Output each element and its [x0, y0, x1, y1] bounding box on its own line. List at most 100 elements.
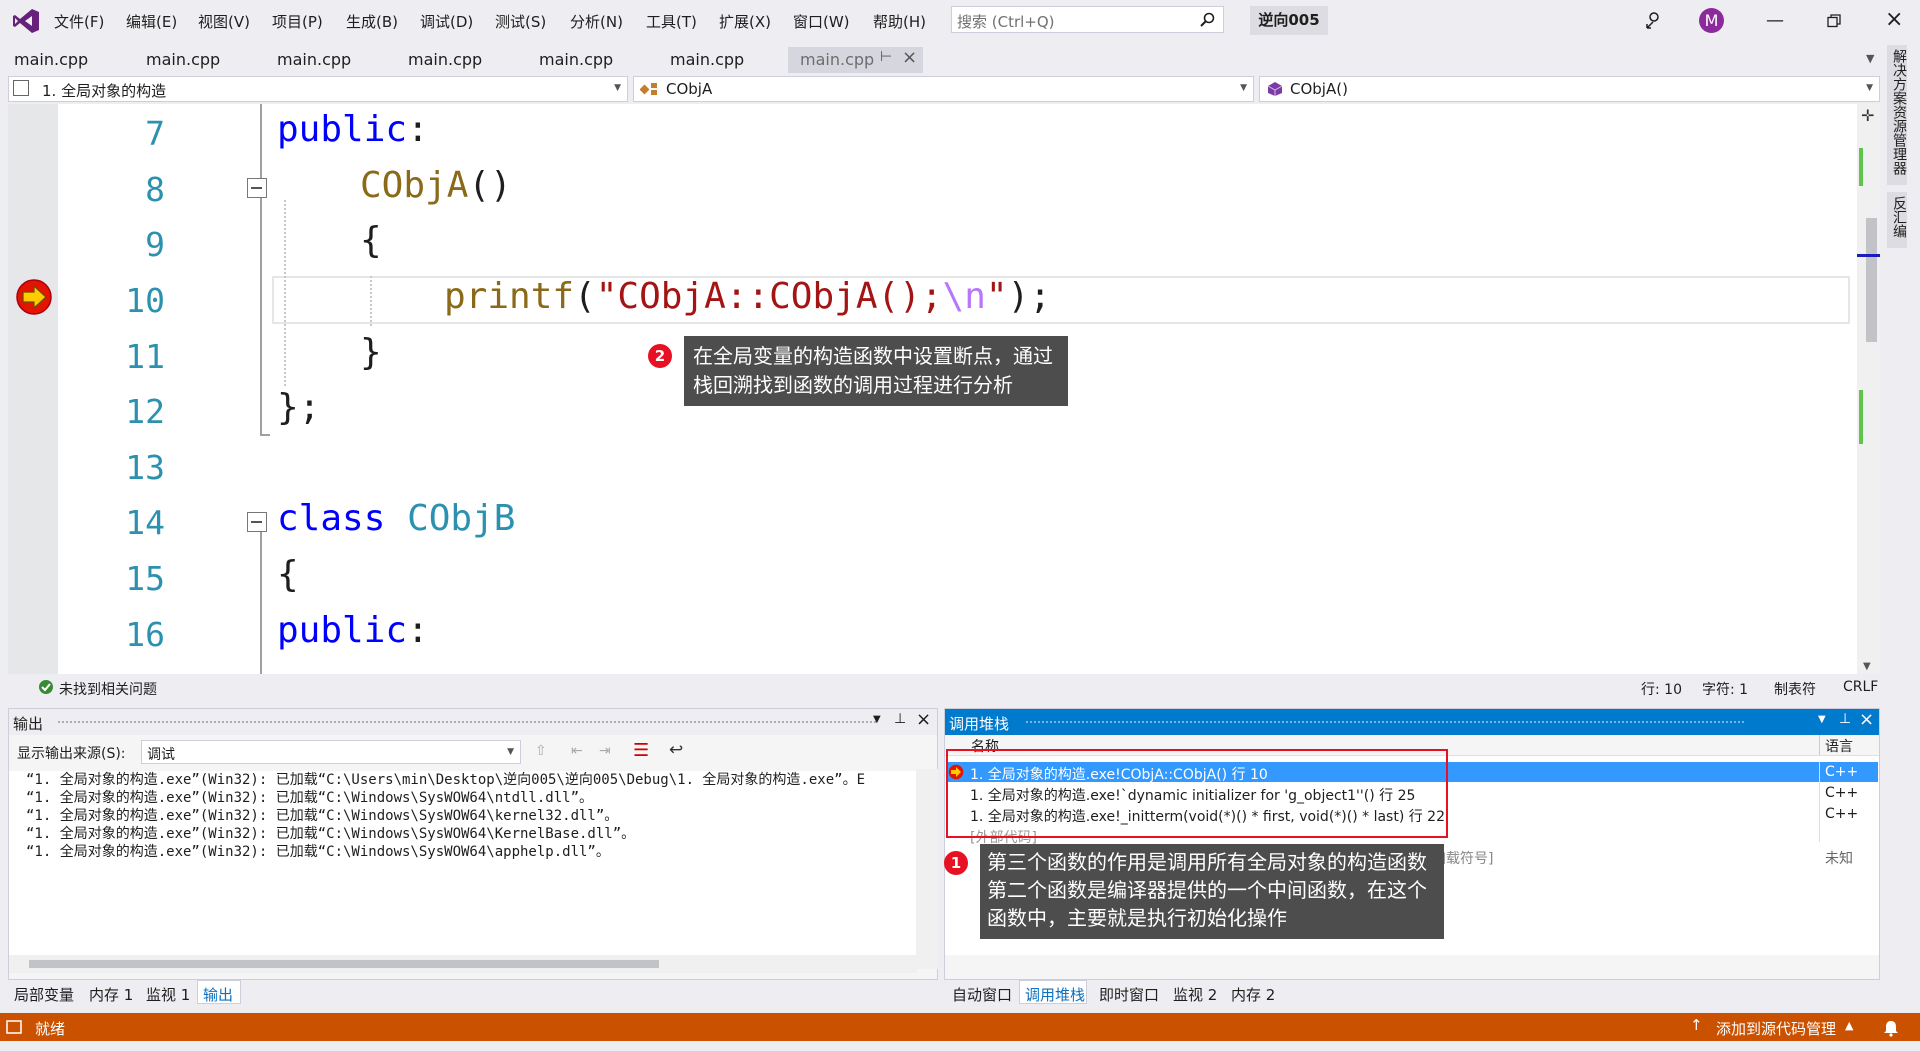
grip-dots: [1025, 720, 1745, 725]
tab-main-cpp-1[interactable]: main.cpp: [14, 50, 88, 69]
output-horizontal-scrollbar[interactable]: [9, 955, 917, 973]
menu-project[interactable]: 项目(P): [272, 11, 323, 32]
output-panel-header: 输出 ▼ ⊥ ×: [9, 709, 937, 735]
live-share-icon[interactable]: [1643, 10, 1663, 30]
menu-extensions[interactable]: 扩展(X): [719, 11, 771, 32]
tab-main-cpp-2[interactable]: main.cpp: [146, 50, 220, 69]
menu-edit[interactable]: 编辑(E): [126, 11, 177, 32]
menu-tools[interactable]: 工具(T): [646, 11, 697, 32]
visual-studio-logo-icon: [13, 9, 39, 33]
solution-explorer-tab[interactable]: 解决方案资源管理器: [1887, 45, 1907, 185]
menu-debug[interactable]: 调试(D): [420, 11, 473, 32]
chevron-down-icon: ▼: [1240, 83, 1247, 93]
disassembly-tab[interactable]: 反汇编: [1887, 192, 1907, 248]
menu-build[interactable]: 生成(B): [346, 11, 398, 32]
output-source-label: 显示输出来源(S):: [17, 746, 126, 762]
avatar[interactable]: M: [1699, 8, 1724, 33]
word-wrap-icon[interactable]: ↩: [669, 740, 683, 760]
panel-menu-icon[interactable]: ▼: [873, 714, 881, 725]
collapse-icon[interactable]: [247, 178, 267, 198]
column-language[interactable]: 语言: [1825, 736, 1853, 756]
collapse-icon[interactable]: [247, 512, 267, 532]
column-indicator[interactable]: 字符: 1: [1702, 679, 1748, 699]
tab-immediate[interactable]: 即时窗口: [1099, 984, 1159, 1005]
code-line-12: };: [277, 387, 321, 428]
line-number: 15: [125, 559, 165, 598]
prev-message-icon[interactable]: ⇤: [571, 743, 583, 759]
find-message-icon[interactable]: ⇧: [535, 743, 547, 759]
class-icon: [640, 83, 657, 95]
code-line-7: public:: [277, 109, 429, 150]
scroll-down-icon[interactable]: ▼: [1863, 661, 1871, 672]
close-icon[interactable]: ×: [1859, 709, 1874, 730]
scroll-thumb[interactable]: [1866, 218, 1877, 342]
tab-output-label: 输出: [203, 986, 234, 1004]
member-dropdown-value: CObjA(): [1290, 80, 1348, 98]
bottom-tab-strip: [0, 980, 1880, 1010]
menu-window[interactable]: 窗口(W): [793, 11, 850, 32]
grip-dots: [57, 720, 877, 725]
side-tool-strip: [1883, 42, 1920, 1010]
callout-2-line-2: 栈回溯找到函数的调用过程进行分析: [693, 373, 1013, 397]
tab-locals[interactable]: 局部变量: [14, 984, 74, 1005]
highlight-box: [946, 749, 1448, 838]
chevron-up-icon[interactable]: ▲: [1845, 1019, 1853, 1032]
tab-main-cpp-6[interactable]: main.cpp: [670, 50, 744, 69]
notification-bell-icon[interactable]: [1882, 1019, 1900, 1037]
pin-icon[interactable]: ⊥: [894, 711, 906, 727]
tab-main-cpp-active[interactable]: main.cpp ⊢ ×: [788, 47, 923, 73]
menu-view[interactable]: 视图(V): [198, 11, 250, 32]
change-marker: [1859, 148, 1863, 186]
minimize-icon[interactable]: —: [1766, 10, 1784, 31]
tab-main-cpp-4[interactable]: main.cpp: [408, 50, 482, 69]
call-stack-frame-lang: C++: [1825, 806, 1859, 822]
output-source-select[interactable]: 调试 ▼: [141, 740, 521, 764]
split-icon[interactable]: ✛: [1861, 106, 1874, 125]
search-icon: [1200, 12, 1215, 27]
line-number: 8: [145, 170, 165, 209]
tab-main-cpp-3[interactable]: main.cpp: [277, 50, 351, 69]
output-line: “1. 全局对象的构造.exe”(Win32): 已加载“C:\Users\mi…: [26, 772, 866, 788]
indent-guide: [370, 276, 372, 326]
tab-memory-2[interactable]: 内存 2: [1231, 984, 1275, 1005]
tab-overflow-icon[interactable]: ▼: [1866, 52, 1874, 65]
tab-output-active[interactable]: 输出: [197, 980, 241, 1004]
search-input[interactable]: 搜索 (Ctrl+Q): [951, 6, 1224, 33]
eol-indicator[interactable]: CRLF: [1843, 679, 1878, 695]
next-message-icon[interactable]: ⇥: [599, 743, 611, 759]
status-window-icon: [6, 1020, 22, 1034]
project-dropdown[interactable]: 1. 全局对象的构造 ▼: [8, 76, 628, 102]
tab-watch-2[interactable]: 监视 2: [1173, 984, 1217, 1005]
panel-menu-icon[interactable]: ▼: [1818, 714, 1826, 725]
issues-status[interactable]: 未找到相关问题: [59, 679, 157, 699]
pin-icon[interactable]: ⊢: [880, 49, 892, 65]
tab-watch-1[interactable]: 监视 1: [146, 984, 190, 1005]
tab-main-cpp-5[interactable]: main.cpp: [539, 50, 613, 69]
class-dropdown[interactable]: CObjA ▼: [633, 76, 1254, 102]
editor-vertical-scrollbar[interactable]: ✛ ▼: [1857, 104, 1880, 674]
execution-pointer-icon[interactable]: [15, 278, 53, 316]
close-icon[interactable]: ×: [1885, 7, 1903, 32]
pin-icon[interactable]: ⊥: [1839, 711, 1851, 727]
scroll-thumb[interactable]: [29, 960, 659, 968]
tab-memory-1[interactable]: 内存 1: [89, 984, 133, 1005]
indicator-margin[interactable]: [8, 104, 58, 674]
output-line: “1. 全局对象的构造.exe”(Win32): 已加载“C:\Windows\…: [26, 844, 610, 860]
tabs-indicator[interactable]: 制表符: [1774, 679, 1816, 699]
add-to-source-control[interactable]: 添加到源代码管理: [1716, 1018, 1836, 1039]
restore-icon[interactable]: [1827, 14, 1841, 28]
tab-close-icon[interactable]: ×: [902, 47, 917, 68]
outline-guide: [260, 532, 262, 674]
member-dropdown[interactable]: CObjA() ▼: [1259, 76, 1880, 102]
menu-test[interactable]: 测试(S): [495, 11, 546, 32]
tab-autos[interactable]: 自动窗口: [952, 984, 1012, 1005]
clear-all-icon[interactable]: ☰: [633, 740, 649, 761]
output-line: “1. 全局对象的构造.exe”(Win32): 已加载“C:\Windows\…: [26, 808, 619, 824]
menu-analyze[interactable]: 分析(N): [570, 11, 623, 32]
close-icon[interactable]: ×: [916, 709, 931, 730]
tab-call-stack-active[interactable]: 调用堆栈: [1019, 980, 1087, 1004]
column-divider[interactable]: [1819, 735, 1820, 755]
line-indicator[interactable]: 行: 10: [1641, 679, 1682, 699]
menu-file[interactable]: 文件(F): [54, 11, 104, 32]
menu-help[interactable]: 帮助(H): [873, 11, 926, 32]
